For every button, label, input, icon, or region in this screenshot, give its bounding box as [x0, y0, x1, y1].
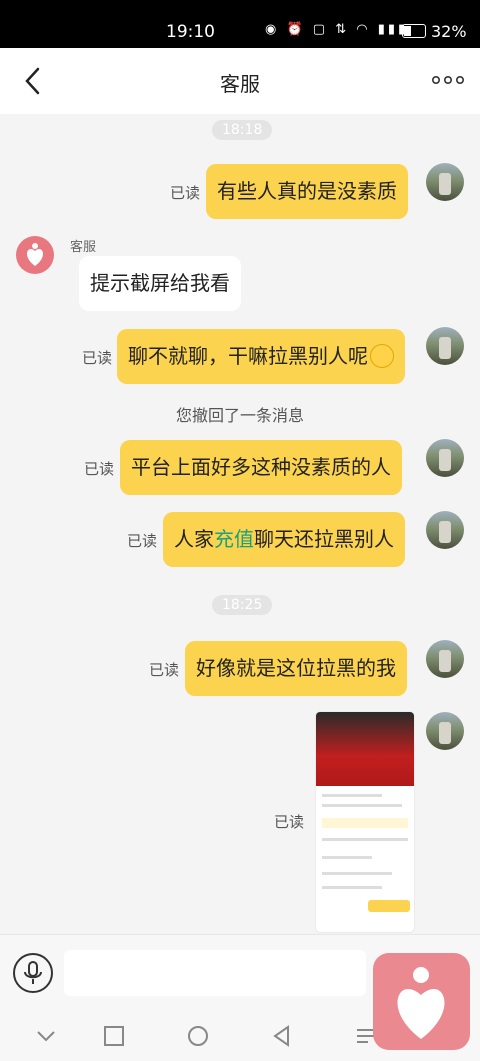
image-detail [368, 900, 410, 912]
read-status: 已读 [127, 532, 158, 550]
timestamp-pill: 18:18 [212, 120, 273, 140]
image-detail [322, 818, 408, 828]
message-bubble[interactable]: 有些人真的是没素质 [206, 164, 408, 219]
sender-name: 客服 [70, 240, 97, 255]
highlight-link[interactable]: 充值 [214, 527, 254, 551]
read-status: 已读 [149, 661, 180, 679]
floating-service-button[interactable] [373, 953, 470, 1050]
message-text: 聊天还拉黑别人 [254, 527, 394, 551]
status-time: 19:10 [166, 22, 215, 42]
message-text: 聊不就聊，干嘛拉黑别人呢 [128, 344, 368, 368]
user-avatar[interactable] [426, 327, 464, 365]
image-thumbnail [316, 712, 414, 786]
user-avatar[interactable] [426, 511, 464, 549]
image-detail [322, 856, 372, 859]
message-text: 人家 [174, 527, 214, 551]
image-detail [322, 838, 408, 841]
status-icons: ◉ ⏰ ▢ ⇅ ◠ ▮▮▮ [265, 22, 409, 37]
read-status: 已读 [84, 460, 115, 478]
heart-icon [397, 967, 445, 1039]
chat-list[interactable]: 18:18 已读 有些人真的是没素质 客服 提示截屏给我看 已读 聊不就聊，干嘛… [0, 114, 480, 934]
read-status: 已读 [82, 349, 113, 367]
status-bar: 19:10 ◉ ⏰ ▢ ⇅ ◠ ▮▮▮ 32% [0, 0, 480, 48]
chevron-down-icon[interactable] [32, 1022, 60, 1050]
image-detail [322, 804, 402, 807]
recents-icon[interactable] [100, 1022, 128, 1050]
message-bubble[interactable]: 提示截屏给我看 [79, 256, 241, 311]
mic-icon[interactable] [13, 953, 53, 993]
chat-header: 客服 [0, 48, 480, 114]
image-message[interactable] [316, 712, 414, 932]
image-detail [322, 886, 382, 889]
recall-notice: 您撤回了一条消息 [175, 406, 304, 425]
read-status: 已读 [274, 813, 305, 831]
timestamp-pill: 18:25 [212, 595, 273, 615]
user-avatar[interactable] [426, 712, 464, 750]
image-detail [322, 872, 392, 875]
heart-icon [26, 243, 44, 266]
grin-emoji-icon [370, 343, 394, 368]
more-dots-icon[interactable] [430, 70, 466, 90]
image-detail [322, 794, 382, 797]
page-title: 客服 [220, 72, 260, 96]
user-avatar[interactable] [426, 439, 464, 477]
read-status: 已读 [170, 184, 201, 202]
user-avatar[interactable] [426, 163, 464, 201]
user-avatar[interactable] [426, 640, 464, 678]
message-input[interactable] [64, 950, 366, 996]
back-icon[interactable] [268, 1022, 296, 1050]
battery-icon [402, 24, 426, 38]
message-bubble[interactable]: 平台上面好多这种没素质的人 [120, 440, 402, 495]
message-bubble[interactable]: 人家充值聊天还拉黑别人 [163, 512, 405, 567]
home-icon[interactable] [184, 1022, 212, 1050]
message-bubble[interactable]: 聊不就聊，干嘛拉黑别人呢 [117, 329, 405, 384]
message-bubble[interactable]: 好像就是这位拉黑的我 [185, 641, 407, 696]
battery-percent: 32% [431, 22, 467, 41]
support-avatar[interactable] [16, 236, 54, 274]
